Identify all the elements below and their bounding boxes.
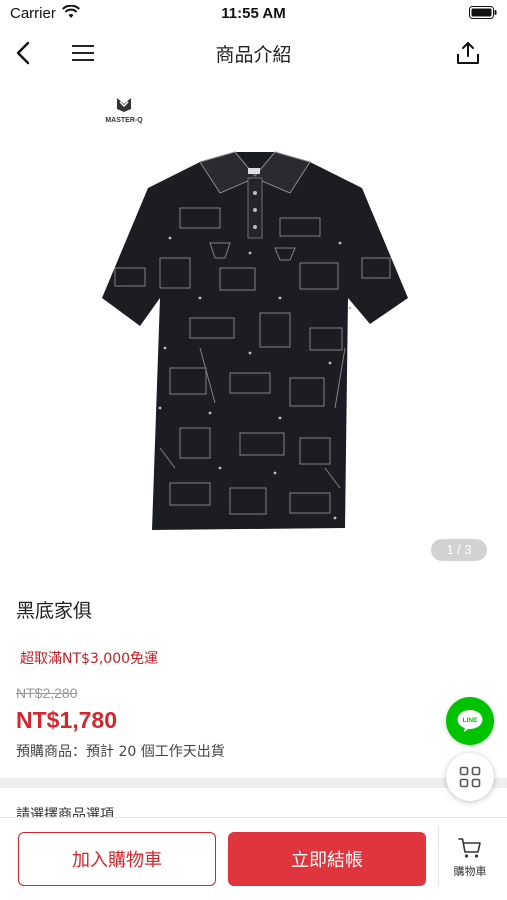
nav-bar: 商品介紹 <box>0 28 507 78</box>
product-name: 黑底家俱 <box>16 600 93 622</box>
cart-divider <box>438 826 439 886</box>
image-page-indicator: 1 / 3 <box>431 539 487 561</box>
section-divider <box>0 778 507 788</box>
brand-logo: MASTER-Q <box>105 98 143 124</box>
page-title: 商品介紹 <box>215 44 292 66</box>
product-image-gallery[interactable]: MASTER-Q 1 / 3 <box>0 78 507 568</box>
line-icon-label: LINE <box>463 717 478 724</box>
line-icon: LINE <box>457 710 483 732</box>
grid-menu-button[interactable] <box>446 753 494 801</box>
shipping-promo: 超取滿NT$3,000免運 <box>20 651 159 667</box>
cart-tab[interactable]: 購物車 <box>440 836 500 886</box>
status-time: 11:55 AM <box>221 5 286 22</box>
battery-icon <box>469 6 497 19</box>
share-icon <box>457 42 479 64</box>
original-price: NT$2,280 <box>16 685 78 701</box>
shopping-cart-icon <box>458 838 481 858</box>
add-to-cart-button[interactable]: 加入購物車 <box>18 832 216 886</box>
grid-icon <box>459 766 481 788</box>
line-chat-button[interactable]: LINE <box>446 697 494 745</box>
checkout-button[interactable]: 立即結帳 <box>228 832 426 886</box>
sale-price: NT$1,780 <box>16 707 118 733</box>
cart-tab-label: 購物車 <box>453 865 487 878</box>
bottom-action-bar: 加入購物車 立即結帳 購物車 <box>0 817 507 900</box>
status-bar: Carrier 11:55 AM <box>0 0 507 28</box>
preorder-note: 預購商品：預計 20 個工作天出貨 <box>16 744 225 760</box>
svg-text:MASTER-Q: MASTER-Q <box>105 117 143 124</box>
polo-shirt-image <box>102 151 408 530</box>
share-button[interactable] <box>451 36 485 70</box>
